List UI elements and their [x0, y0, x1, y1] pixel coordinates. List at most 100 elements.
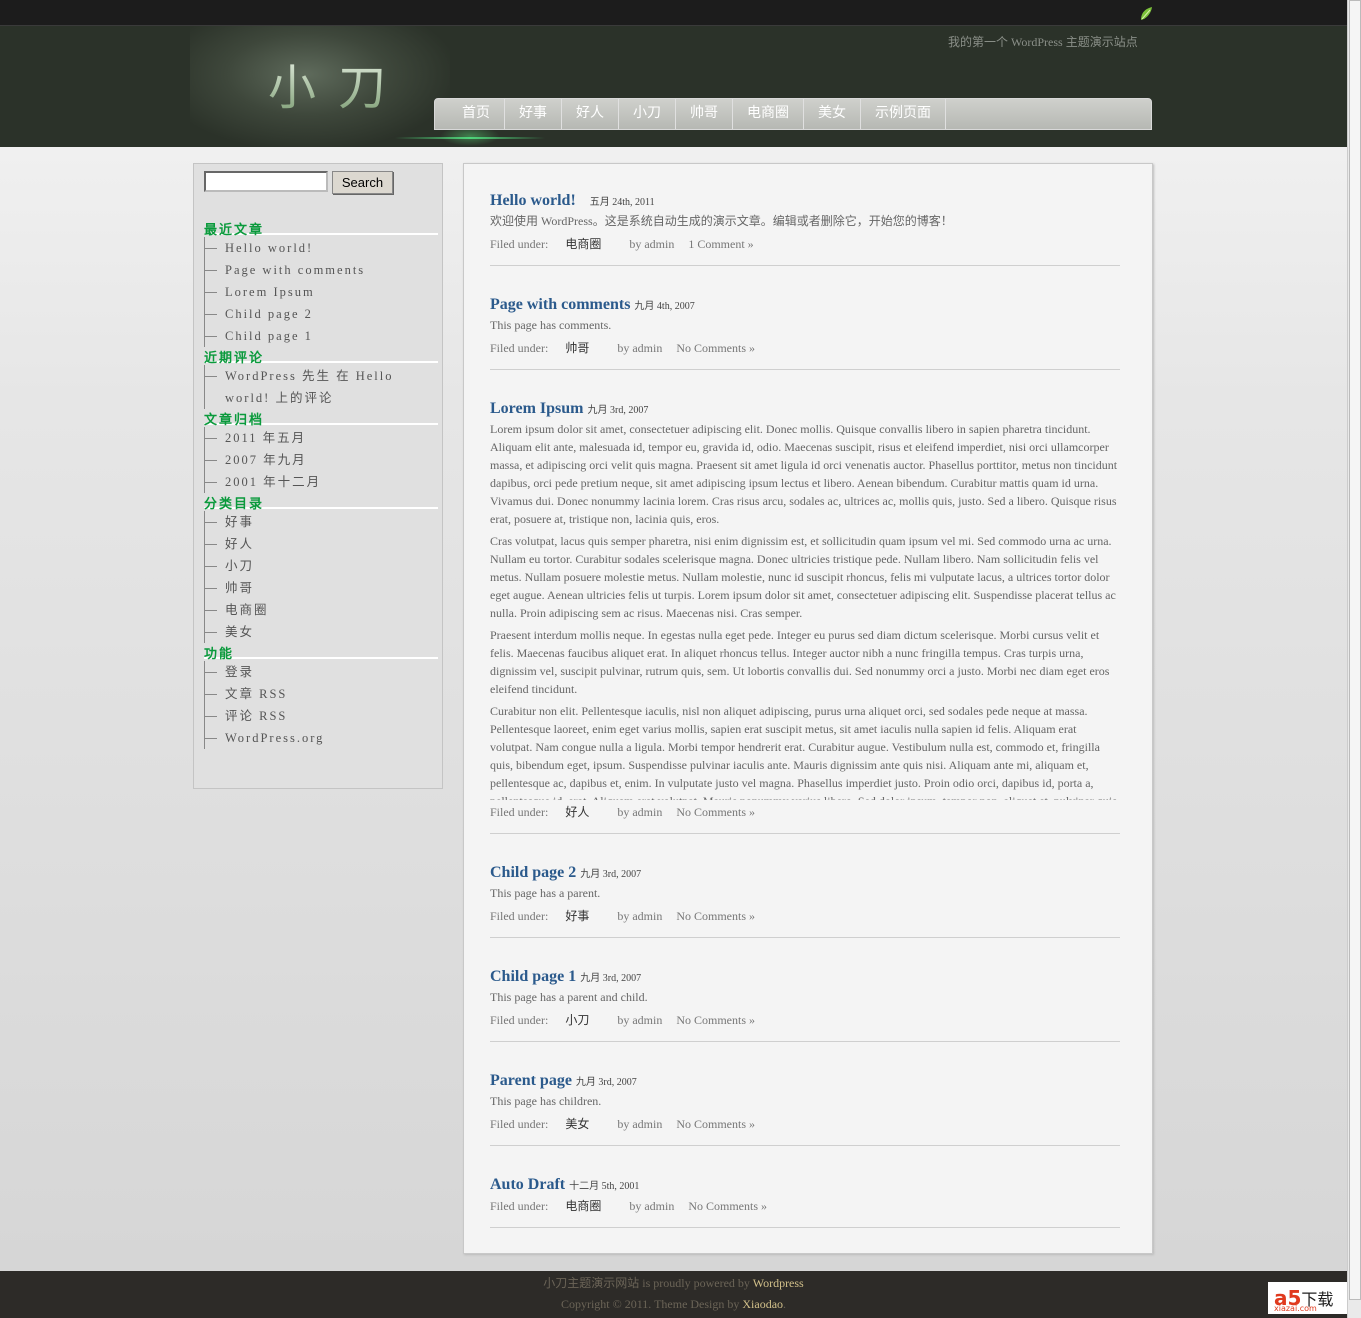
filed-label: Filed under:	[490, 341, 549, 355]
search-input[interactable]	[204, 171, 328, 192]
widget-list: Hello world! Page with comments Lorem Ipsu…	[204, 237, 438, 347]
widget-link[interactable]: 帅哥	[205, 577, 438, 599]
widgets: 最近文章 Hello world! Page with comments Lorem …	[204, 219, 438, 749]
post-excerpt: Lorem ipsum dolor sit amet, consectetuer…	[490, 420, 1120, 800]
widget-link[interactable]: 2001 年十二月	[205, 471, 438, 493]
widget-list: WordPress 先生 在 Hello world! 上的评论	[204, 365, 438, 409]
post-excerpt: This page has a parent and child.	[490, 988, 1120, 1006]
post-meta: Filed under: 美女 by admin No Comments »	[490, 1114, 1120, 1134]
post-paragraph: This page has a parent.	[490, 886, 601, 900]
sidebar-widget: 近期评论 WordPress 先生 在 Hello world! 上的评论	[204, 347, 438, 409]
post-header: Lorem Ipsum 九月 3rd, 2007	[490, 400, 1120, 418]
post-title[interactable]: Hello world!	[490, 192, 576, 210]
post-author[interactable]: by admin	[617, 909, 662, 923]
filed-under: Filed under: 美女	[490, 1117, 603, 1131]
comments-link[interactable]: No Comments »	[676, 1013, 755, 1027]
filed-under: Filed under: 电商圈	[490, 1199, 615, 1213]
post-excerpt: This page has children.	[490, 1092, 1120, 1110]
scrollbar[interactable]	[1347, 0, 1361, 1318]
nav-item[interactable]: 好人	[562, 99, 619, 129]
post-author[interactable]: by admin	[617, 1013, 662, 1027]
post-title[interactable]: Auto Draft	[490, 1176, 565, 1194]
comments-link[interactable]: 1 Comment »	[688, 237, 753, 251]
widget-link[interactable]: Child page 1	[205, 325, 438, 347]
post-paragraph: This page has comments.	[490, 318, 612, 332]
a5-download-badge[interactable]: a5下载 xiazai.com	[1268, 1282, 1348, 1314]
category-link[interactable]: 帅哥	[565, 341, 589, 355]
widget-link[interactable]: 登录	[205, 661, 438, 683]
footer-powered: is proudly powered by	[639, 1276, 753, 1290]
filed-label: Filed under:	[490, 1199, 549, 1213]
widget-link[interactable]: 好人	[205, 533, 438, 555]
category-link[interactable]: 好事	[565, 909, 589, 923]
post-author[interactable]: by admin	[629, 237, 674, 251]
post-title[interactable]: Lorem Ipsum	[490, 400, 584, 418]
nav-item[interactable]: 小刀	[619, 99, 676, 129]
widget-link[interactable]: 电商圈	[205, 599, 438, 621]
site-logo[interactable]: 小刀	[268, 48, 408, 118]
widget-link[interactable]: 评论 RSS	[205, 705, 438, 727]
post-title[interactable]: Child page 1	[490, 968, 576, 986]
comments-link[interactable]: No Comments »	[676, 341, 755, 355]
post: Child page 2 九月 3rd, 2007 This page has a …	[490, 864, 1120, 938]
category-link[interactable]: 美女	[565, 1117, 589, 1131]
post-author[interactable]: by admin	[629, 1199, 674, 1213]
post-meta: Filed under: 小刀 by admin No Comments »	[490, 1010, 1120, 1030]
post-header: Auto Draft 十二月 5th, 2001	[490, 1176, 1120, 1194]
category-link[interactable]: 好人	[565, 805, 589, 819]
widget-title: 文章归档	[204, 409, 438, 428]
post-excerpt: 欢迎使用 WordPress。这是系统自动生成的演示文章。编辑或者删除它，开始您…	[490, 212, 1120, 230]
filed-label: Filed under:	[490, 909, 549, 923]
widget-list: 好事 好人 小刀 帅哥 电商圈 美女	[204, 511, 438, 643]
nav-item[interactable]: 示例页面	[861, 99, 946, 129]
site-header: 小刀 我的第一个 WordPress 主题演示站点 首页 好事 好人 小刀 帅哥 电商圈美…	[0, 26, 1347, 147]
post-title[interactable]: Page with comments	[490, 296, 630, 314]
widget-link[interactable]: 2007 年九月	[205, 449, 438, 471]
post-paragraph: Praesent interdum mollis neque. In egest…	[490, 628, 1110, 696]
widget-link[interactable]: 美女	[205, 621, 438, 643]
widget-link[interactable]: 小刀	[205, 555, 438, 577]
category-link[interactable]: 电商圈	[565, 237, 601, 251]
nav-item[interactable]: 美女	[804, 99, 861, 129]
filed-under: Filed under: 小刀	[490, 1013, 603, 1027]
search-button[interactable]: Search	[332, 171, 393, 194]
search-form: Search	[204, 171, 438, 194]
post-meta: Filed under: 电商圈 by admin 1 Comment »	[490, 234, 1120, 254]
post-paragraph: This page has children.	[490, 1094, 602, 1108]
site-tagline: 我的第一个 WordPress 主题演示站点	[948, 35, 1138, 49]
wordpress-link[interactable]: Wordpress	[753, 1276, 804, 1290]
post-title[interactable]: Child page 2	[490, 864, 576, 882]
nav-item[interactable]: 帅哥	[676, 99, 733, 129]
category-link[interactable]: 小刀	[565, 1013, 589, 1027]
post-author[interactable]: by admin	[617, 341, 662, 355]
filed-under: Filed under: 好人	[490, 805, 603, 819]
comments-link[interactable]: No Comments »	[688, 1199, 767, 1213]
widget-link[interactable]: Child page 2	[205, 303, 438, 325]
category-link[interactable]: 电商圈	[565, 1199, 601, 1213]
post-author[interactable]: by admin	[617, 805, 662, 819]
widget-link[interactable]: WordPress.org	[205, 727, 438, 749]
designer-link[interactable]: Xiaodao	[742, 1297, 783, 1311]
widget-link[interactable]: Hello world!	[205, 237, 438, 259]
filed-label: Filed under:	[490, 1013, 549, 1027]
post: Child page 1 九月 3rd, 2007 This page has a …	[490, 968, 1120, 1042]
widget-link[interactable]: Page with comments	[205, 259, 438, 281]
post-paragraph: This page has a parent and child.	[490, 990, 648, 1004]
comments-link[interactable]: No Comments »	[676, 1117, 755, 1131]
widget-link[interactable]: WordPress 先生 在 Hello world! 上的评论	[205, 365, 438, 409]
comments-link[interactable]: No Comments »	[676, 805, 755, 819]
comments-link[interactable]: No Comments »	[676, 909, 755, 923]
post-author[interactable]: by admin	[617, 1117, 662, 1131]
widget-link[interactable]: Lorem Ipsum	[205, 281, 438, 303]
nav-item[interactable]: 电商圈	[733, 99, 804, 129]
nav-item[interactable]: 首页	[435, 99, 505, 129]
nav-item[interactable]: 好事	[505, 99, 562, 129]
footer-site-name: 小刀主题演示网站	[543, 1276, 640, 1290]
widget-link[interactable]: 好事	[205, 511, 438, 533]
widget-link[interactable]: 文章 RSS	[205, 683, 438, 705]
post-title[interactable]: Parent page	[490, 1072, 572, 1090]
scrollbar-thumb[interactable]	[1349, 0, 1361, 1300]
widget-link[interactable]: 2011 年五月	[205, 427, 438, 449]
filed-label: Filed under:	[490, 237, 549, 251]
widget-list: 2011 年五月 2007 年九月 2001 年十二月	[204, 427, 438, 493]
